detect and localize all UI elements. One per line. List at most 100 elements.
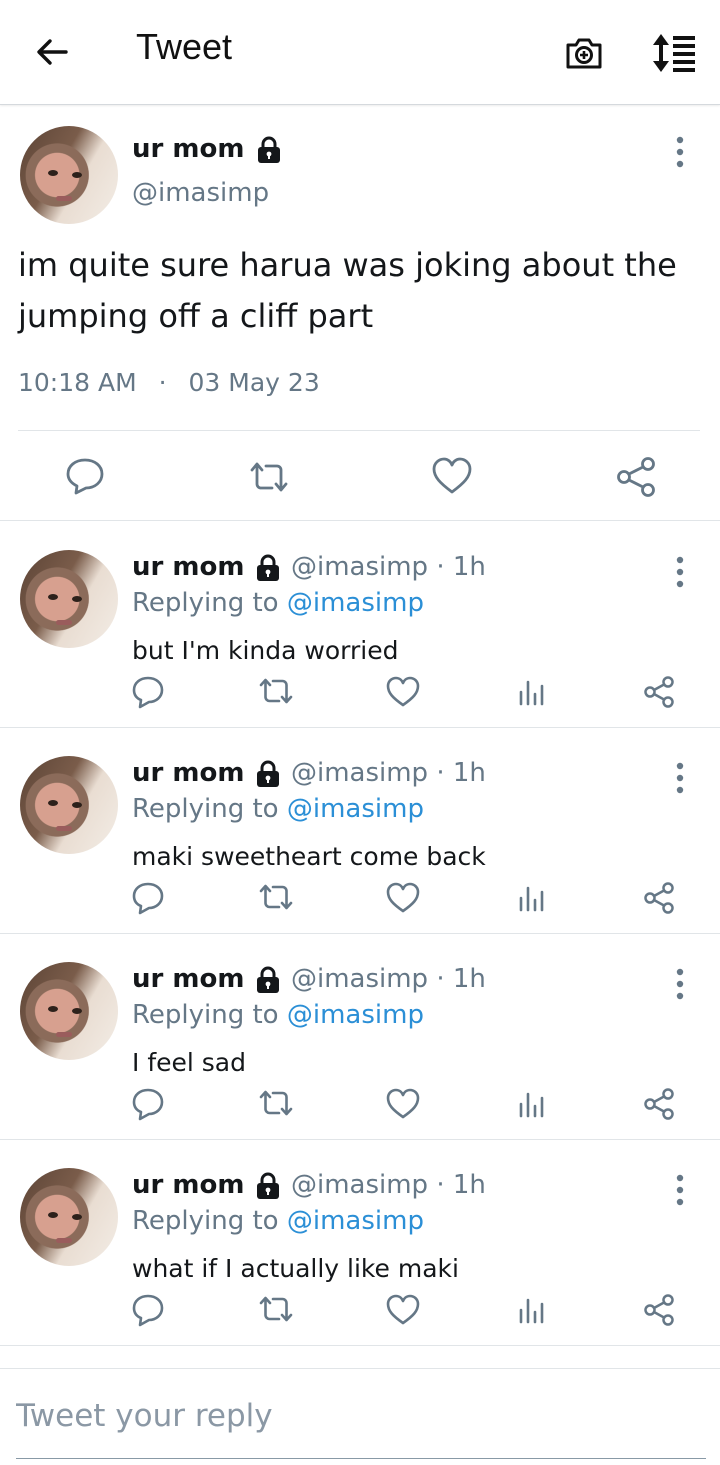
share-icon[interactable]: [639, 674, 679, 710]
reply-icon[interactable]: [128, 880, 168, 916]
avatar-eye: [48, 594, 58, 600]
share-icon[interactable]: [614, 456, 658, 498]
author-name[interactable]: ur mom: [132, 964, 244, 994]
replying-to-handle-link[interactable]: @imasimp: [287, 1206, 424, 1236]
tweet-reply-input[interactable]: [16, 1387, 706, 1459]
tweet-time: 10:18 AM: [18, 368, 137, 397]
lock-icon: [256, 554, 279, 581]
lock-icon: [257, 136, 280, 163]
reply-header: ur mom @imasimp · 1h: [132, 758, 486, 789]
replying-to: Replying to @imasimp: [132, 588, 424, 618]
reply-icon[interactable]: [128, 1086, 168, 1122]
reply-icon[interactable]: [128, 1292, 168, 1328]
tweet-text: im quite sure harua was joking about the…: [18, 246, 677, 335]
avatar-eye: [48, 800, 58, 806]
like-heart-icon[interactable]: [383, 1086, 423, 1122]
avatar[interactable]: [20, 756, 118, 854]
avatar[interactable]: [20, 550, 118, 648]
divider: [18, 430, 700, 431]
author-name-text: ur mom: [132, 134, 245, 164]
lock-icon: [256, 966, 279, 993]
share-icon[interactable]: [639, 1292, 679, 1328]
reply-tweet[interactable]: ur mom @imasimp · 1h Replying to @imasim…: [0, 934, 720, 1140]
replying-to-handle-link[interactable]: @imasimp: [287, 794, 424, 824]
like-heart-icon[interactable]: [383, 1292, 423, 1328]
share-icon[interactable]: [639, 880, 679, 916]
reply-text: maki sweetheart come back: [132, 842, 486, 871]
tweet-age: · 1h: [436, 552, 486, 582]
tweet-date: 03 May 23: [188, 368, 320, 397]
retweet-icon[interactable]: [246, 458, 292, 496]
replying-to-handle-link[interactable]: @imasimp: [287, 1000, 424, 1030]
analytics-icon[interactable]: [511, 1292, 551, 1328]
author-name[interactable]: ur mom: [132, 758, 244, 788]
share-icon[interactable]: [639, 1086, 679, 1122]
reply-text: what if I actually like maki: [132, 1254, 459, 1283]
reply-header: ur mom @imasimp · 1h: [132, 1170, 486, 1201]
avatar-mouth: [56, 620, 72, 625]
more-options-icon[interactable]: [668, 1168, 692, 1212]
author-name[interactable]: ur mom: [132, 1170, 244, 1200]
replying-to-handle-link[interactable]: @imasimp: [287, 588, 424, 618]
avatar-eye: [72, 596, 82, 602]
avatar-mouth: [56, 196, 72, 201]
replying-to: Replying to @imasimp: [132, 1000, 424, 1030]
retweet-icon[interactable]: [256, 674, 296, 710]
tweet-age: · 1h: [436, 1170, 486, 1200]
replying-to-label: Replying to: [132, 1000, 279, 1030]
avatar[interactable]: [20, 962, 118, 1060]
tweet-timestamp: 10:18 AM · 03 May 23: [18, 368, 320, 397]
avatar[interactable]: [20, 1168, 118, 1266]
more-options-icon[interactable]: [668, 962, 692, 1006]
analytics-icon[interactable]: [511, 674, 551, 710]
avatar-eye: [72, 172, 82, 178]
camera-add-icon[interactable]: [562, 31, 606, 75]
replying-to-label: Replying to: [132, 794, 279, 824]
like-heart-icon[interactable]: [383, 880, 423, 916]
avatar-eye: [48, 170, 58, 176]
avatar-eye: [72, 1008, 82, 1014]
retweet-icon[interactable]: [256, 1086, 296, 1122]
more-options-icon[interactable]: [668, 550, 692, 594]
author-handle[interactable]: @imasimp: [291, 758, 428, 788]
separator-dot: ·: [158, 368, 167, 397]
avatar-eye: [48, 1006, 58, 1012]
replying-to: Replying to @imasimp: [132, 794, 424, 824]
like-heart-icon[interactable]: [430, 456, 474, 496]
retweet-icon[interactable]: [256, 1292, 296, 1328]
retweet-icon[interactable]: [256, 880, 296, 916]
tweet-age: · 1h: [436, 758, 486, 788]
reply-icon[interactable]: [64, 456, 106, 496]
reply-header: ur mom @imasimp · 1h: [132, 964, 486, 995]
avatar-mouth: [56, 1032, 72, 1037]
main-tweet: ur mom @imasimp im quite sure harua was …: [0, 106, 720, 521]
sort-icon[interactable]: [650, 31, 698, 75]
avatar-mouth: [56, 826, 72, 831]
replying-to: Replying to @imasimp: [132, 1206, 424, 1236]
more-options-icon[interactable]: [668, 756, 692, 800]
more-options-icon[interactable]: [668, 130, 692, 174]
back-arrow-icon[interactable]: [30, 30, 74, 74]
author-name[interactable]: ur mom: [132, 134, 284, 165]
reply-tweet[interactable]: ur mom @imasimp · 1h Replying to @imasim…: [0, 728, 720, 934]
tweet-age: · 1h: [436, 964, 486, 994]
avatar-eye: [48, 1212, 58, 1218]
like-heart-icon[interactable]: [383, 674, 423, 710]
author-handle[interactable]: @imasimp: [132, 178, 269, 208]
page-title: Tweet: [136, 26, 233, 67]
reply-text: but I'm kinda worried: [132, 636, 399, 665]
reply-tweet[interactable]: ur mom @imasimp · 1h Replying to @imasim…: [0, 522, 720, 728]
author-handle[interactable]: @imasimp: [291, 964, 428, 994]
analytics-icon[interactable]: [511, 880, 551, 916]
reply-icon[interactable]: [128, 674, 168, 710]
avatar[interactable]: [20, 126, 118, 224]
analytics-icon[interactable]: [511, 1086, 551, 1122]
avatar-mouth: [56, 1238, 72, 1243]
reply-tweet[interactable]: ur mom @imasimp · 1h Replying to @imasim…: [0, 1140, 720, 1346]
author-handle[interactable]: @imasimp: [291, 552, 428, 582]
author-name[interactable]: ur mom: [132, 552, 244, 582]
avatar-eye: [72, 1214, 82, 1220]
replying-to-label: Replying to: [132, 588, 279, 618]
reply-header: ur mom @imasimp · 1h: [132, 552, 486, 583]
author-handle[interactable]: @imasimp: [291, 1170, 428, 1200]
